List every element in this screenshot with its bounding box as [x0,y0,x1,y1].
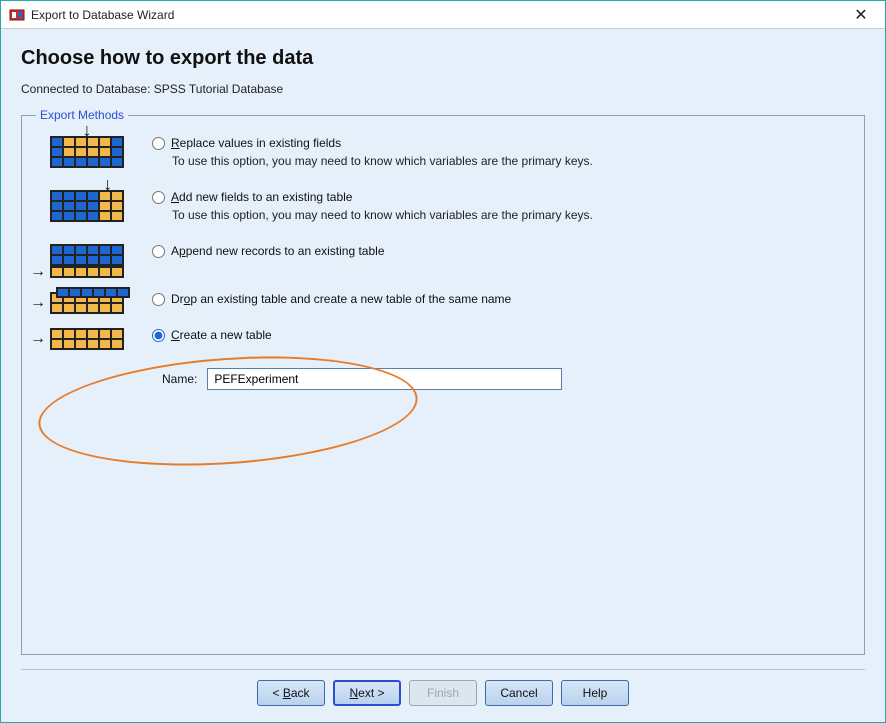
option-addfields: ↓ Add new fields to an existing table To… [36,190,850,222]
arrow-right-icon: → [30,330,46,348]
arrow-right-icon: → [30,294,46,312]
page-heading: Choose how to export the data [21,47,865,70]
arrow-right-icon: → [30,263,46,281]
addfields-icon: ↓ [36,190,138,222]
back-button[interactable]: < Back [257,680,325,706]
replace-icon: ↓ [36,136,138,168]
window-title: Export to Database Wizard [31,8,845,22]
radio-create-label: Create a new table [171,328,272,342]
new-table-name-input[interactable] [207,368,562,390]
new-table-name-row: Name: [162,368,850,390]
help-button[interactable]: Help [561,680,629,706]
name-label: Name: [162,372,197,386]
drop-icon: → [36,292,138,314]
cancel-button[interactable]: Cancel [485,680,553,706]
connected-line: Connected to Database: SPSS Tutorial Dat… [21,82,865,96]
option-drop: → Drop an existing table and create a ne… [36,292,850,314]
next-button[interactable]: Next > [333,680,401,706]
radio-append-label: Append new records to an existing table [171,244,385,258]
option-create: → Create a new table [36,328,850,350]
database-name: SPSS Tutorial Database [154,82,283,96]
append-icon: → [36,244,138,278]
finish-button[interactable]: Finish [409,680,477,706]
radio-addfields[interactable] [152,191,165,204]
close-icon[interactable]: ✕ [845,1,877,29]
radio-create[interactable] [152,329,165,342]
export-methods-group: Export Methods ↓ Replace values in exist… [21,108,865,655]
radio-replace[interactable] [152,137,165,150]
wizard-buttons: < Back Next > Finish Cancel Help [21,680,865,712]
titlebar: Export to Database Wizard ✕ [1,1,885,29]
separator [21,669,865,670]
create-icon: → [36,328,138,350]
radio-replace-label: Replace values in existing fields [171,136,341,150]
radio-drop[interactable] [152,293,165,306]
radio-addfields-label: Add new fields to an existing table [171,190,352,204]
option-append: → Append new records to an existing tabl… [36,244,850,278]
addfields-desc: To use this option, you may need to know… [172,208,850,222]
annotation-ellipse [35,345,421,477]
radio-append[interactable] [152,245,165,258]
replace-desc: To use this option, you may need to know… [172,154,850,168]
wizard-content: Choose how to export the data Connected … [1,29,885,722]
arrow-down-icon: ↓ [103,174,112,195]
app-icon [9,7,25,23]
radio-drop-label: Drop an existing table and create a new … [171,292,511,306]
option-replace: ↓ Replace values in existing fields To u… [36,136,850,168]
connected-prefix: Connected to Database: [21,82,154,96]
arrow-down-icon: ↓ [83,120,92,141]
